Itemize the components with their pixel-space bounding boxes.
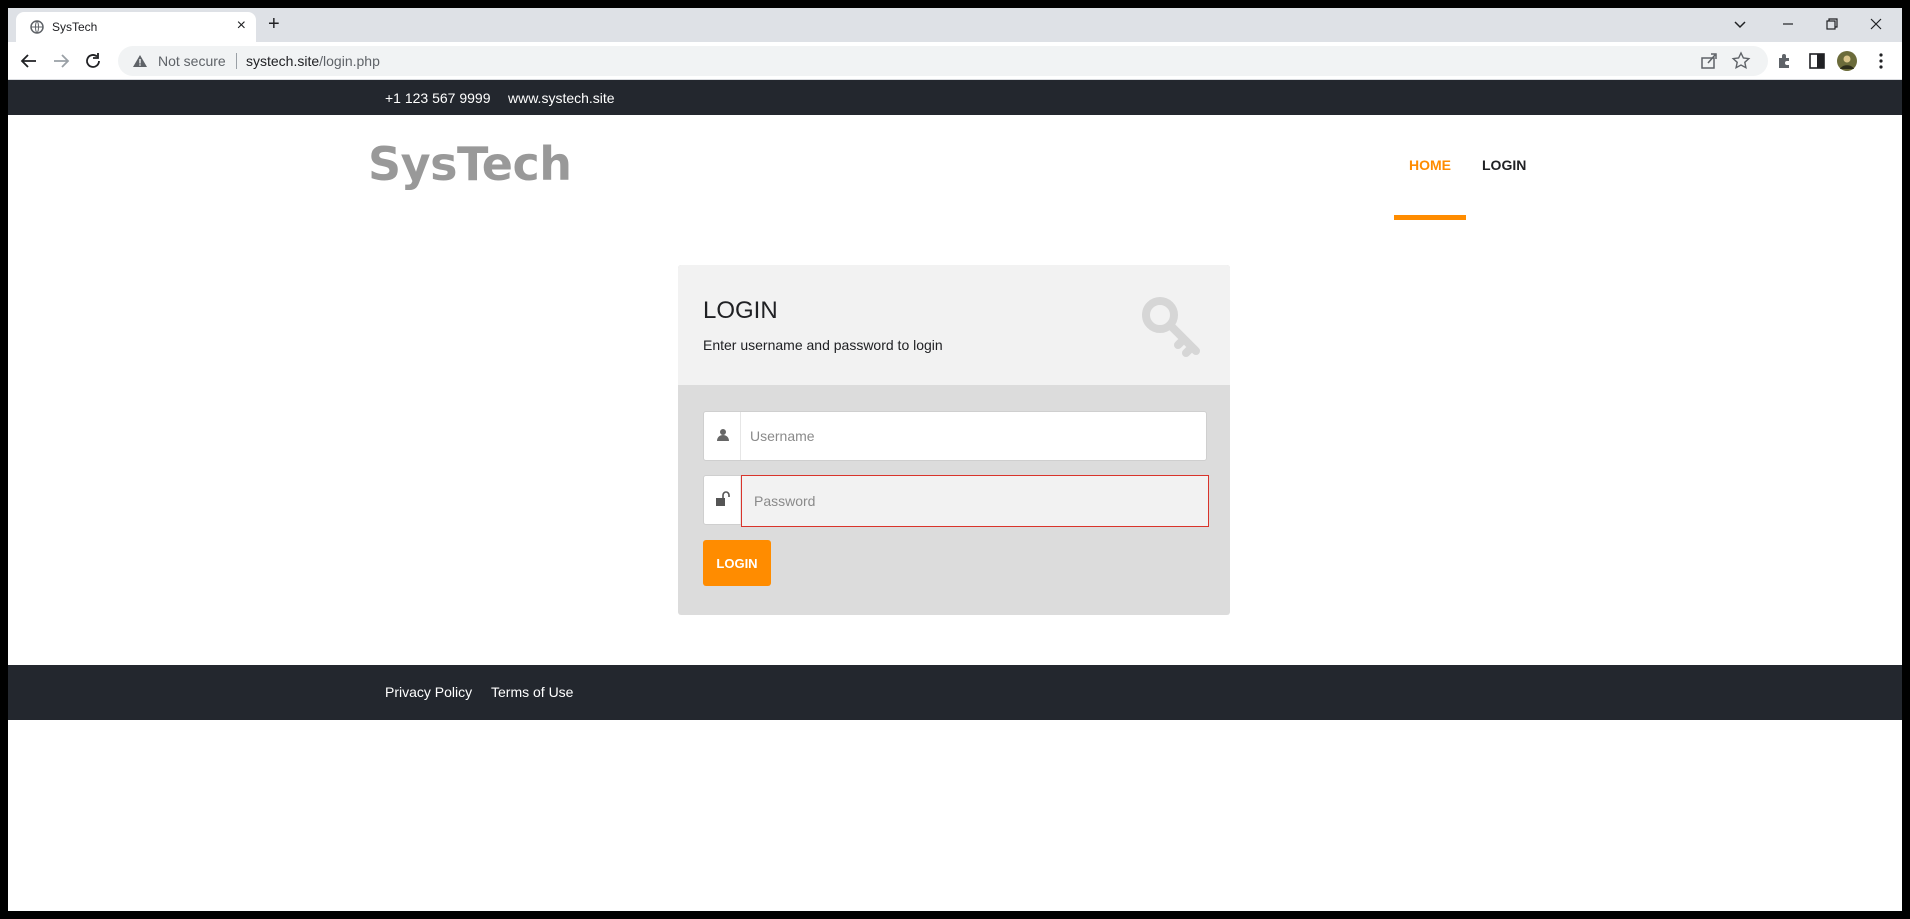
unlock-icon [716,491,730,506]
key-icon [1142,297,1200,357]
privacy-policy-link[interactable]: Privacy Policy [385,684,472,700]
web-page: +1 123 567 9999 www.systech.site SysTech… [8,80,1902,911]
globe-icon [30,20,44,34]
security-label[interactable]: Not secure [158,53,226,69]
tab-title: SysTech [52,20,98,34]
extensions-icon[interactable] [1774,50,1796,72]
reload-icon[interactable] [82,50,104,72]
login-title: LOGIN [703,297,778,324]
omnibox-divider [236,53,237,69]
site-logo[interactable]: SysTech [368,137,572,191]
password-input[interactable] [741,475,1209,527]
bookmark-star-icon[interactable] [1730,50,1752,72]
login-panel: LOGIN Enter username and password to log… [678,265,1230,615]
login-subtitle: Enter username and password to login [703,337,943,353]
warning-icon [133,55,147,67]
site-header: SysTech HOME LOGIN [8,115,1902,220]
terms-of-use-link[interactable]: Terms of Use [491,684,573,700]
restore-icon[interactable] [1822,14,1842,34]
browser-toolbar: Not secure systech.site/login.php [8,42,1902,80]
website-link[interactable]: www.systech.site [508,90,615,106]
site-footer: Privacy Policy Terms of Use [8,665,1902,720]
username-field [703,411,1207,461]
tab-search-icon[interactable] [1730,14,1750,34]
minimize-icon[interactable] [1778,14,1798,34]
new-tab-button[interactable]: + [268,14,280,34]
login-panel-header: LOGIN Enter username and password to log… [678,265,1230,385]
browser-window: SysTech × + Not secure systech.site/logi… [8,8,1902,911]
share-icon[interactable] [1698,50,1720,72]
url-text[interactable]: systech.site/login.php [246,53,380,69]
url-host: systech.site [246,53,320,69]
tab-strip: SysTech × + [8,8,1902,42]
phone-number: +1 123 567 9999 [385,90,491,106]
url-path: /login.php [319,53,380,69]
lock-icon-cell [704,476,741,524]
password-field [703,475,1209,527]
forward-icon[interactable] [50,50,72,72]
side-panel-icon[interactable] [1806,50,1828,72]
user-icon-cell [704,412,741,460]
browser-tab[interactable]: SysTech × [16,12,256,42]
back-icon[interactable] [18,50,40,72]
nav-active-indicator [1394,215,1466,220]
nav-home[interactable]: HOME [1409,157,1451,173]
login-submit-button[interactable]: LOGIN [703,540,771,586]
profile-avatar[interactable] [1836,50,1858,72]
menu-kebab-icon[interactable] [1870,50,1892,72]
close-tab-icon[interactable]: × [237,18,246,34]
contact-bar: +1 123 567 9999 www.systech.site [8,80,1902,115]
address-bar[interactable]: Not secure systech.site/login.php [118,46,1768,76]
username-input[interactable] [750,412,1200,460]
user-icon [717,429,729,441]
close-window-icon[interactable] [1866,14,1886,34]
nav-login[interactable]: LOGIN [1482,157,1526,173]
